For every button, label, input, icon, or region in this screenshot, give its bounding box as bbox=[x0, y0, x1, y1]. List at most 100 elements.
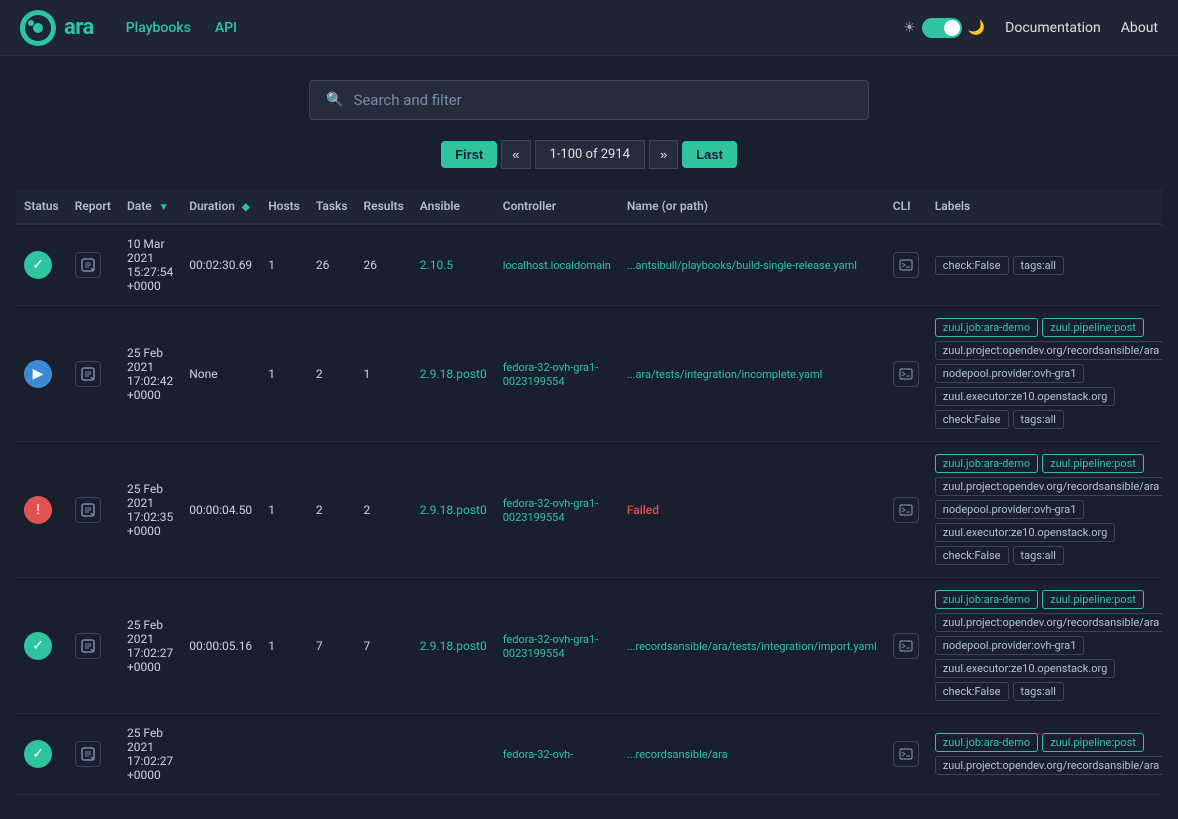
controller-link[interactable]: fedora-32-ovh-gra1-0023199554 bbox=[503, 497, 598, 524]
labels-cell: check:Falsetags:all bbox=[927, 224, 1162, 306]
report-cell bbox=[67, 578, 119, 714]
report-icon[interactable] bbox=[75, 741, 101, 767]
col-name: Name (or path) bbox=[619, 189, 885, 224]
report-cell bbox=[67, 714, 119, 795]
status-icon-running: ▶ bbox=[24, 360, 52, 388]
sort-icon: ▼ bbox=[159, 202, 169, 213]
labels-cell: zuul.job:ara-demozuul.pipeline:post zuul.… bbox=[927, 306, 1162, 442]
first-page-button[interactable]: First bbox=[441, 141, 497, 168]
controller-link[interactable]: fedora-32-ovh-gra1-0023199554 bbox=[503, 633, 598, 660]
logo: ara bbox=[20, 10, 94, 46]
col-date[interactable]: Date ▼ bbox=[119, 189, 181, 224]
cli-icon[interactable] bbox=[893, 497, 919, 523]
sun-icon: ☀ bbox=[903, 20, 916, 36]
label-tag: zuul.pipeline:post bbox=[1042, 318, 1144, 337]
report-icon[interactable] bbox=[75, 361, 101, 387]
ansible-link[interactable]: 2.9.18.post0 bbox=[420, 503, 487, 517]
results-cell: 2 bbox=[356, 442, 412, 578]
ansible-cell: 2.10.5 bbox=[412, 224, 495, 306]
label-tag: tags:all bbox=[1013, 410, 1064, 429]
duration-cell: 00:00:04.50 bbox=[181, 442, 260, 578]
ansible-link[interactable]: 2.10.5 bbox=[420, 258, 453, 272]
cli-icon[interactable] bbox=[893, 361, 919, 387]
date-cell: 10 Mar 2021 15:27:54 +0000 bbox=[119, 224, 181, 306]
table-row: ✓ 25 Feb 2021 17:02:27 +0000 bbox=[16, 714, 1162, 795]
report-cell bbox=[67, 442, 119, 578]
label-tag: nodepool.provider:ovh-gra1 bbox=[935, 364, 1085, 383]
page-info: 1-100 of 2914 bbox=[535, 140, 645, 169]
nav-documentation[interactable]: Documentation bbox=[1005, 20, 1101, 36]
cli-cell bbox=[885, 224, 927, 306]
duration-cell: 00:00:05.16 bbox=[181, 578, 260, 714]
col-duration[interactable]: Duration ◆ bbox=[181, 189, 260, 224]
cli-icon[interactable] bbox=[893, 252, 919, 278]
label-tag: check:False bbox=[935, 682, 1009, 701]
controller-link[interactable]: localhost.localdomain bbox=[503, 259, 611, 272]
nav-right: ☀ 🌙 Documentation About bbox=[903, 18, 1158, 38]
logo-text: ara bbox=[64, 15, 94, 40]
col-labels: Labels bbox=[927, 189, 1162, 224]
search-placeholder: Search and filter bbox=[353, 91, 461, 109]
label-tag: zuul.project:opendev.org/recordsansible/… bbox=[935, 756, 1162, 775]
moon-icon: 🌙 bbox=[968, 20, 985, 36]
controller-link[interactable]: fedora-32-ovh-gra1-0023199554 bbox=[503, 361, 598, 388]
date-cell: 25 Feb 2021 17:02:27 +0000 bbox=[119, 714, 181, 795]
results-cell: 1 bbox=[356, 306, 412, 442]
report-icon[interactable] bbox=[75, 497, 101, 523]
col-controller: Controller bbox=[495, 189, 619, 224]
cli-cell bbox=[885, 578, 927, 714]
nav-playbooks[interactable]: Playbooks bbox=[126, 20, 191, 36]
label-tag: zuul.pipeline:post bbox=[1042, 590, 1144, 609]
label-tag: zuul.pipeline:post bbox=[1042, 733, 1144, 752]
date-cell: 25 Feb 2021 17:02:35 +0000 bbox=[119, 442, 181, 578]
col-status: Status bbox=[16, 189, 67, 224]
toggle-thumb bbox=[944, 20, 960, 36]
prev-page-button[interactable]: « bbox=[501, 140, 530, 169]
table-row: ! 25 Feb 2021 17:02:35 +0000 00:00:04.50… bbox=[16, 442, 1162, 578]
label-tag: tags:all bbox=[1013, 546, 1064, 565]
duration-sort-icon: ◆ bbox=[242, 202, 250, 213]
nav-about[interactable]: About bbox=[1121, 20, 1158, 36]
ansible-link[interactable]: 2.9.18.post0 bbox=[420, 639, 487, 653]
label-tag: check:False bbox=[935, 546, 1009, 565]
report-icon[interactable] bbox=[75, 633, 101, 659]
report-icon[interactable] bbox=[75, 252, 101, 278]
hosts-cell bbox=[260, 714, 308, 795]
tasks-cell bbox=[308, 714, 356, 795]
ansible-link[interactable]: 2.9.18.post0 bbox=[420, 367, 487, 381]
theme-toggle-switch[interactable] bbox=[922, 18, 962, 38]
results-cell: 26 bbox=[356, 224, 412, 306]
search-container: 🔍 Search and filter bbox=[16, 80, 1162, 120]
report-cell bbox=[67, 224, 119, 306]
name-cell: ...recordsansible/ara/tests/integration/… bbox=[619, 578, 885, 714]
search-icon: 🔍 bbox=[326, 92, 343, 108]
label-tag: zuul.job:ara-demo bbox=[935, 318, 1038, 337]
name-cell: ...antsibull/playbooks/build-single-rele… bbox=[619, 224, 885, 306]
tasks-cell: 7 bbox=[308, 578, 356, 714]
col-tasks: Tasks bbox=[308, 189, 356, 224]
name-failed: Failed bbox=[627, 503, 659, 517]
duration-cell: 00:02:30.69 bbox=[181, 224, 260, 306]
col-results: Results bbox=[356, 189, 412, 224]
label-tag: zuul.pipeline:post bbox=[1042, 454, 1144, 473]
label-tag: tags:all bbox=[1013, 256, 1064, 275]
label-tag: nodepool.provider:ovh-gra1 bbox=[935, 500, 1085, 519]
controller-link[interactable]: fedora-32-ovh- bbox=[503, 748, 574, 761]
last-page-button[interactable]: Last bbox=[682, 141, 737, 168]
col-hosts: Hosts bbox=[260, 189, 308, 224]
hosts-cell: 1 bbox=[260, 306, 308, 442]
cli-icon[interactable] bbox=[893, 741, 919, 767]
results-cell: 7 bbox=[356, 578, 412, 714]
label-tag: zuul.job:ara-demo bbox=[935, 733, 1038, 752]
ansible-cell: 2.9.18.post0 bbox=[412, 442, 495, 578]
next-page-button[interactable]: » bbox=[649, 140, 678, 169]
logo-icon bbox=[20, 10, 56, 46]
label-tag: check:False bbox=[935, 256, 1009, 275]
cli-icon[interactable] bbox=[893, 633, 919, 659]
nav-api[interactable]: API bbox=[215, 20, 237, 36]
nav-links: Playbooks API bbox=[126, 20, 903, 36]
search-bar[interactable]: 🔍 Search and filter bbox=[309, 80, 869, 120]
label-tag: zuul.job:ara-demo bbox=[935, 454, 1038, 473]
col-report: Report bbox=[67, 189, 119, 224]
label-tag: zuul.executor:ze10.openstack.org bbox=[935, 387, 1116, 406]
